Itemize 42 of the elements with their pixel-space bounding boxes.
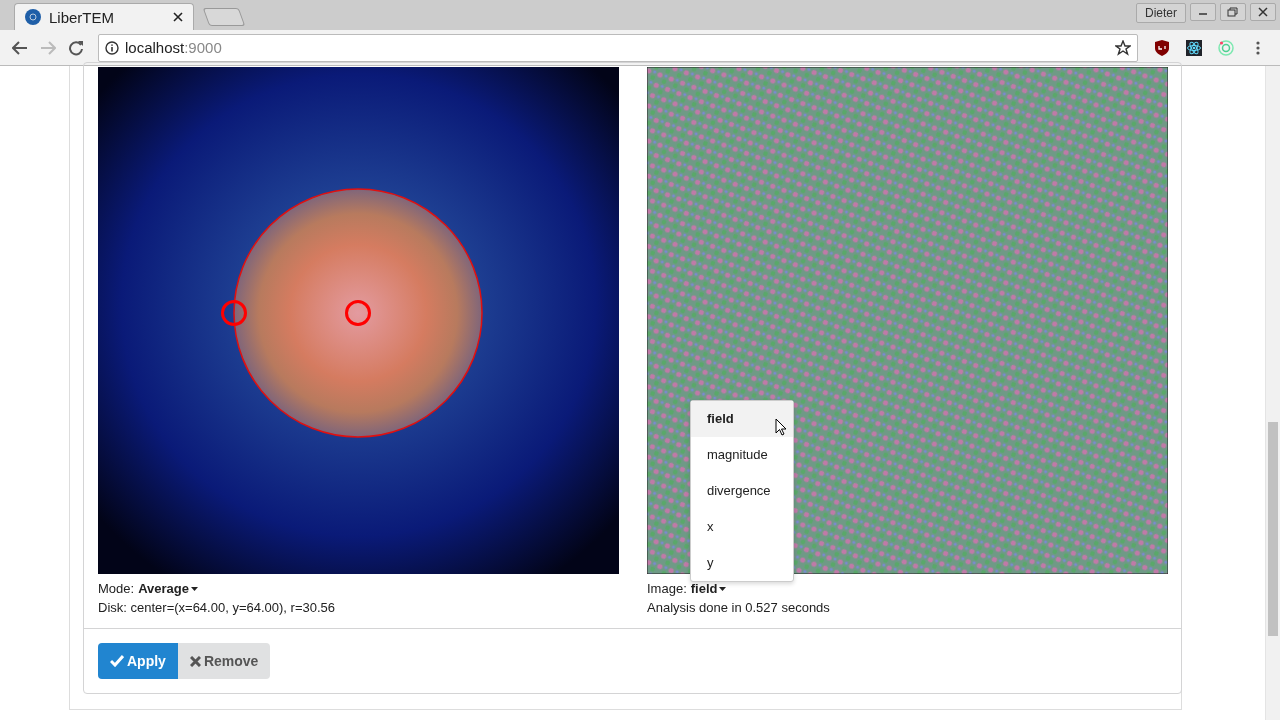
selector-label: Mode: xyxy=(98,581,135,596)
selector-label: Image: xyxy=(647,581,687,596)
scrollbar-thumb[interactable] xyxy=(1268,422,1278,636)
remove-button[interactable]: Remove xyxy=(177,643,271,679)
menu-item[interactable]: field xyxy=(691,401,793,437)
profile-button[interactable]: Dieter xyxy=(1136,3,1186,23)
close-icon xyxy=(1258,7,1268,17)
radius-handle[interactable] xyxy=(221,300,247,326)
scrollbar[interactable] xyxy=(1265,66,1280,720)
status-text: Analysis done in 0.527 seconds xyxy=(647,600,831,615)
atom-icon[interactable] xyxy=(1186,39,1202,56)
status-text: Disk: center=(x=64.00, y=64.00), r=30.56 xyxy=(98,600,337,615)
cursor-icon xyxy=(775,418,787,436)
shield-icon[interactable] xyxy=(1155,39,1169,56)
atom-icon xyxy=(25,9,41,25)
menu-item[interactable]: divergence xyxy=(691,473,793,509)
close-icon xyxy=(189,655,201,667)
star-icon[interactable] xyxy=(1115,39,1131,56)
address-bar[interactable]: localhost:9000 xyxy=(98,33,1138,62)
close-icon[interactable] xyxy=(173,12,183,22)
selector-dropdown[interactable]: field xyxy=(690,581,727,596)
info-icon[interactable] xyxy=(105,40,119,55)
browser-tab[interactable]: LiberTEM xyxy=(14,3,194,30)
selector-dropdown[interactable]: Average xyxy=(138,581,198,596)
tab-title: LiberTEM xyxy=(49,8,116,26)
menu-icon[interactable] xyxy=(1256,40,1260,55)
apply-button[interactable]: Apply xyxy=(98,643,178,679)
menu-item[interactable]: magnitude xyxy=(691,437,793,473)
caret-icon xyxy=(190,586,198,591)
restore-icon xyxy=(1227,7,1239,17)
restore-button[interactable] xyxy=(1220,3,1246,21)
url-text: localhost:9000 xyxy=(125,39,223,56)
center-handle[interactable] xyxy=(345,300,371,326)
disk-outline[interactable] xyxy=(233,188,483,438)
close-window-button[interactable] xyxy=(1250,3,1276,21)
menu-item[interactable]: y xyxy=(691,545,793,581)
menu-item[interactable]: x xyxy=(691,509,793,545)
caret-icon xyxy=(719,586,727,591)
minimize-button[interactable] xyxy=(1190,3,1216,21)
back-icon[interactable] xyxy=(12,40,28,55)
reload-icon[interactable] xyxy=(68,39,84,56)
check-icon xyxy=(110,655,124,667)
